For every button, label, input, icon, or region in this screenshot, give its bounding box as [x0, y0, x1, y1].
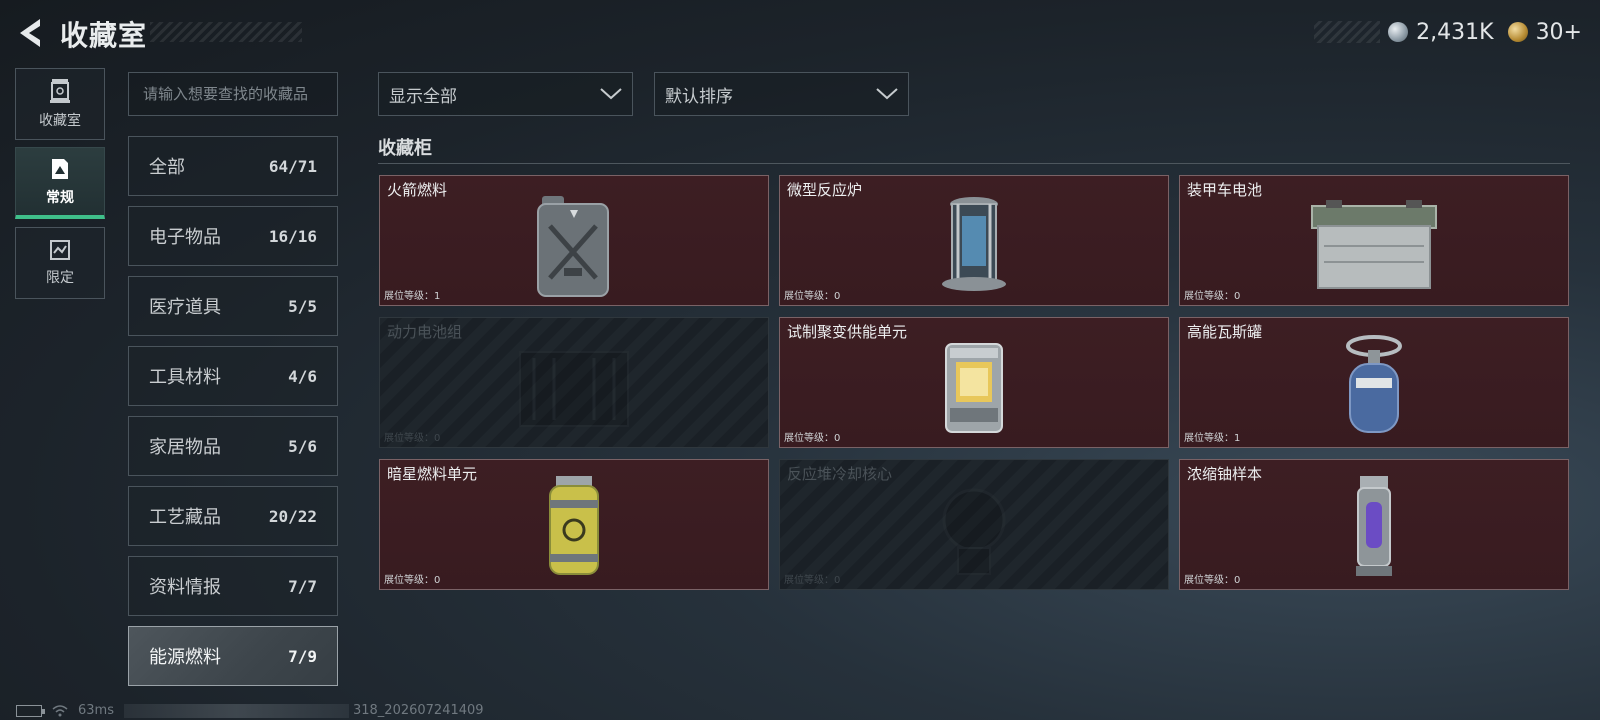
display-filter-dropdown[interactable]: 显示全部 — [378, 72, 633, 116]
category-label: 能源燃料 — [149, 647, 221, 668]
slot-name: 暗星燃料单元 — [387, 465, 478, 483]
sort-label: 默认排序 — [665, 86, 733, 107]
vehicle-battery-icon — [1311, 200, 1437, 289]
slot-level: 展位等级：1 — [1184, 433, 1241, 444]
category-tools[interactable]: 工具材料 4/6 — [128, 346, 338, 406]
darkstar-fuel-cell-icon — [549, 476, 599, 575]
category-label: 资料情报 — [149, 577, 221, 598]
category-all[interactable]: 全部 64/71 — [128, 136, 338, 196]
display-filter-label: 显示全部 — [389, 86, 457, 107]
category-label: 全部 — [149, 157, 185, 178]
slot-name: 动力电池组 — [387, 323, 463, 341]
slot-level: 展位等级：0 — [784, 291, 841, 302]
sort-dropdown[interactable]: 默认排序 — [654, 72, 909, 116]
slot-name: 装甲车电池 — [1187, 181, 1263, 199]
status-footer: 63ms 318_202607241409 — [16, 703, 484, 718]
rail-label: 常规 — [46, 189, 74, 206]
cabinet-slot-rocket-fuel[interactable]: 火箭燃料 展位等级：1 — [379, 175, 769, 306]
cabinet-slot-reactor-cooling-core[interactable]: 反应堆冷却核心 展位等级：0 — [779, 459, 1169, 590]
uranium-sample-icon — [1356, 476, 1392, 576]
category-label: 家居物品 — [149, 437, 221, 458]
rail-label: 收藏室 — [39, 113, 81, 129]
collection-room-icon — [50, 79, 70, 103]
category-count: 7/9 — [288, 646, 317, 666]
category-count: 20/22 — [268, 506, 317, 526]
category-label: 工艺藏品 — [149, 507, 221, 528]
cabinet-slot-fusion-power-unit[interactable]: 试制聚变供能单元 展位等级：0 — [779, 317, 1169, 448]
category-count: 5/6 — [288, 436, 317, 456]
gas-canister-icon — [1346, 335, 1402, 433]
battery-icon — [16, 704, 45, 717]
gold-coin-icon — [1507, 22, 1528, 42]
title-decoration — [150, 22, 302, 42]
category-count: 7/7 — [288, 576, 317, 596]
ping-value: 63ms — [78, 703, 114, 718]
category-count: 64/71 — [268, 156, 317, 176]
category-electronics[interactable]: 电子物品 16/16 — [128, 206, 338, 266]
category-intel[interactable]: 资料情报 7/7 — [128, 556, 338, 616]
rail-item-regular[interactable]: 常规 — [15, 147, 105, 219]
slot-name: 浓缩铀样本 — [1187, 465, 1263, 483]
category-count: 5/5 — [288, 296, 317, 316]
collection-screen: 收藏室 2,431K 30+ 收藏室 常规 限定 全部 — [0, 0, 1600, 720]
slot-level: 展位等级：0 — [784, 433, 841, 444]
fuel-jerrycan-icon — [537, 196, 609, 297]
silver-coin-icon — [1388, 22, 1409, 42]
mini-reactor-icon — [942, 197, 1006, 291]
cabinet-slot-armored-vehicle-battery[interactable]: 装甲车电池 展位等级：0 — [1179, 175, 1569, 306]
rail-item-limited[interactable]: 限定 — [15, 227, 105, 299]
limited-icon — [50, 240, 70, 260]
slot-level: 展位等级：0 — [784, 575, 841, 586]
regular-icon — [52, 158, 68, 179]
category-count: 16/16 — [268, 226, 317, 246]
silver-currency-value: 2,431K — [1416, 19, 1494, 45]
slot-name: 高能瓦斯罐 — [1187, 323, 1263, 341]
page-title: 收藏室 — [60, 19, 148, 52]
wifi-icon — [52, 704, 68, 716]
category-count: 4/6 — [288, 366, 317, 386]
category-crafts[interactable]: 工艺藏品 20/22 — [128, 486, 338, 546]
category-label: 工具材料 — [149, 367, 221, 388]
cabinet-slot-mini-reactor[interactable]: 微型反应炉 展位等级：0 — [779, 175, 1169, 306]
divider — [378, 163, 1570, 164]
currency-decoration — [1314, 21, 1381, 43]
cabinet-slot-darkstar-fuel-cell[interactable]: 暗星燃料单元 展位等级：0 — [379, 459, 769, 590]
rail-item-collection-room[interactable]: 收藏室 — [15, 68, 105, 140]
fusion-unit-icon — [945, 343, 1003, 433]
back-button[interactable] — [16, 16, 46, 50]
slot-name: 微型反应炉 — [787, 181, 863, 199]
category-medical[interactable]: 医疗道具 5/5 — [128, 276, 338, 336]
chevron-down-icon — [876, 88, 898, 100]
category-household[interactable]: 家居物品 5/6 — [128, 416, 338, 476]
slot-name: 试制聚变供能单元 — [787, 323, 908, 341]
slot-name: 火箭燃料 — [387, 181, 448, 199]
back-arrow-icon — [20, 19, 40, 47]
category-label: 电子物品 — [149, 227, 221, 248]
category-energy-fuel[interactable]: 能源燃料 7/9 — [128, 626, 338, 686]
cabinet-slot-enriched-uranium-sample[interactable]: 浓缩铀样本 展位等级：0 — [1179, 459, 1569, 590]
gold-currency-value: 30+ — [1535, 19, 1582, 45]
slot-level: 展位等级：0 — [1184, 575, 1241, 586]
currency-bar: 2,431K 30+ — [1314, 18, 1582, 46]
blurred-id — [123, 703, 349, 718]
cabinet-title: 收藏柜 — [378, 138, 432, 159]
slot-level: 展位等级：0 — [384, 433, 441, 444]
search-input[interactable] — [128, 72, 338, 116]
slot-level: 展位等级：1 — [384, 291, 441, 302]
cabinet-slot-power-battery-pack[interactable]: 动力电池组 展位等级：0 — [379, 317, 769, 448]
slot-level: 展位等级：0 — [384, 575, 441, 586]
slot-name: 反应堆冷却核心 — [787, 465, 893, 483]
reactor-cooling-core-icon — [942, 488, 1006, 575]
build-id: 318_202607241409 — [352, 703, 484, 718]
chevron-down-icon — [600, 88, 622, 100]
cabinet-slot-high-energy-gas-canister[interactable]: 高能瓦斯罐 展位等级：1 — [1179, 317, 1569, 448]
slot-level: 展位等级：0 — [1184, 291, 1241, 302]
power-battery-pack-icon — [519, 351, 629, 427]
category-label: 医疗道具 — [149, 297, 221, 318]
rail-label: 限定 — [46, 270, 74, 286]
